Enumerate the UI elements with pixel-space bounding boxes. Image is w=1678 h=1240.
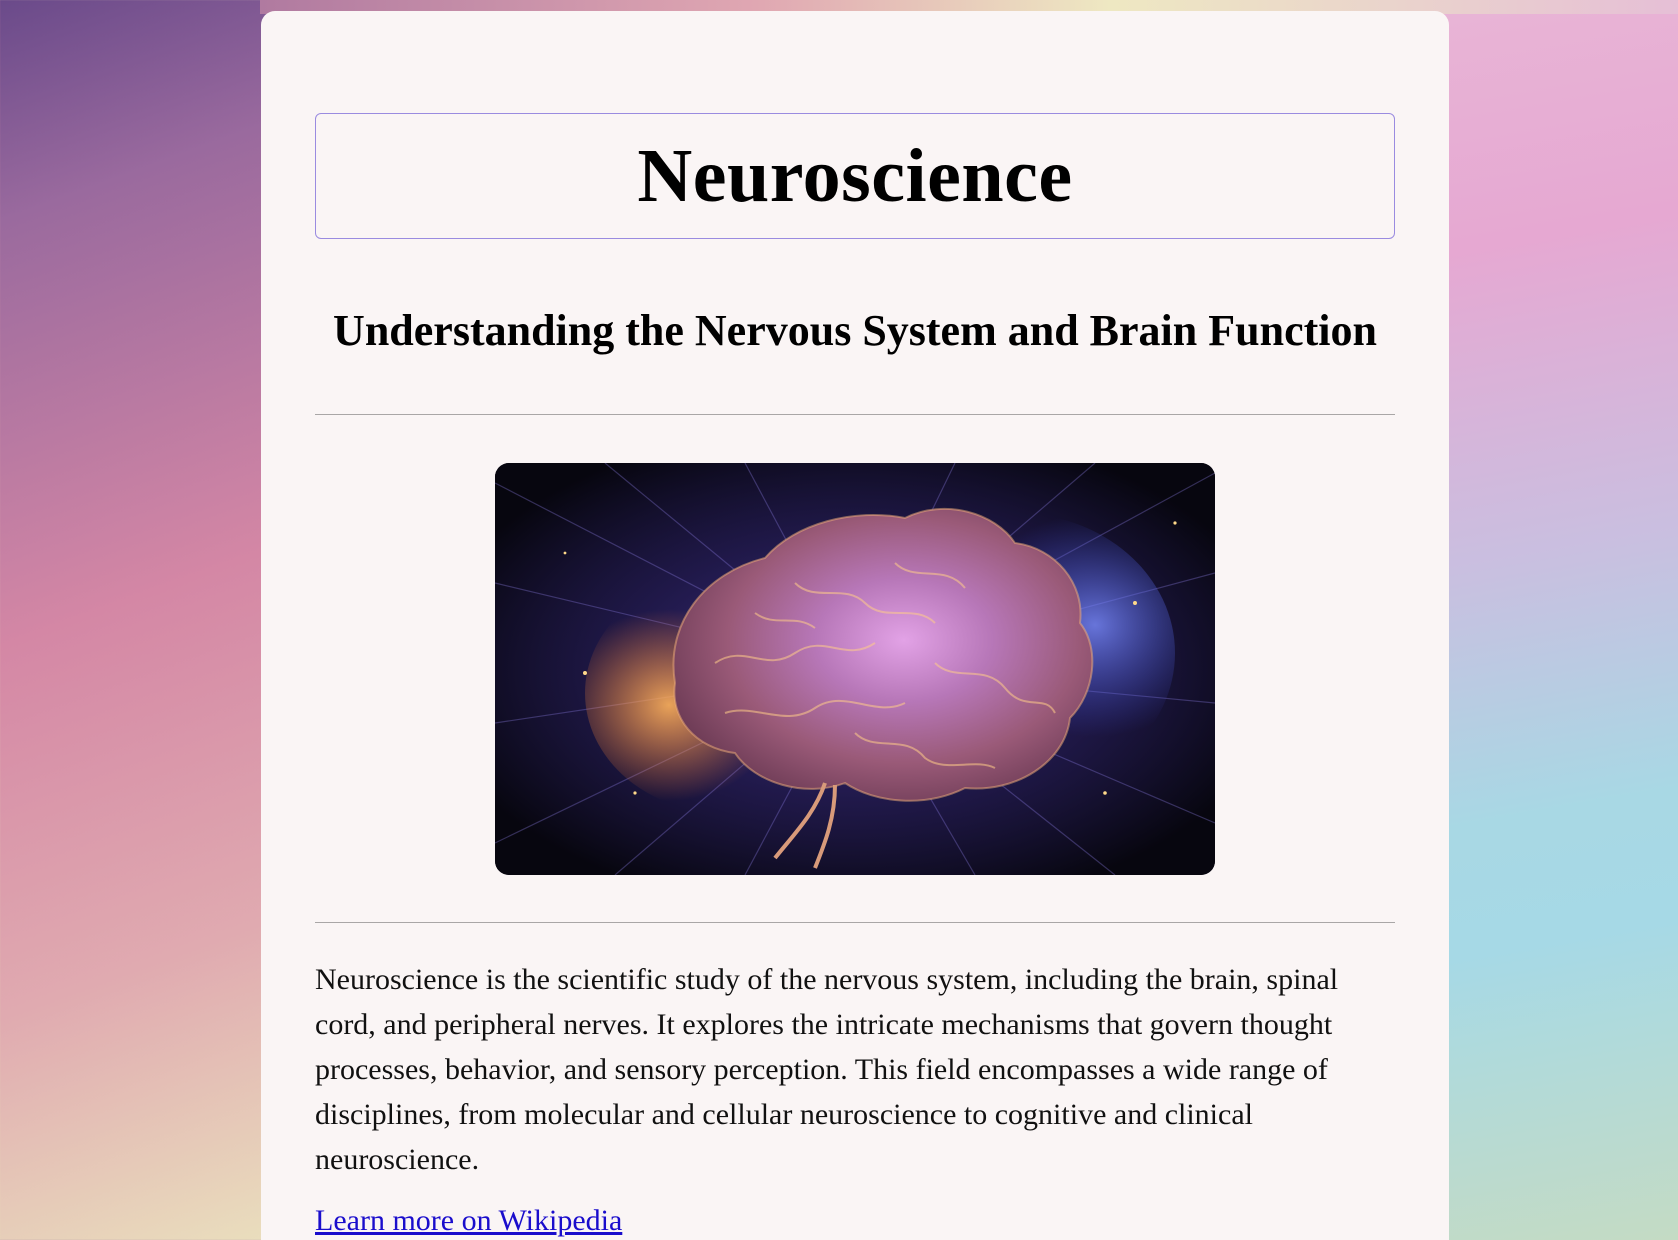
divider-bottom [315, 922, 1395, 923]
brain-illustration-icon [495, 463, 1215, 875]
title-box: Neuroscience [315, 113, 1395, 239]
wikipedia-link[interactable]: Learn more on Wikipedia [315, 1204, 622, 1238]
divider-top [315, 414, 1395, 415]
page-subtitle: Understanding the Nervous System and Bra… [333, 306, 1377, 355]
content-card: Neuroscience Understanding the Nervous S… [261, 11, 1449, 1240]
background-gradient-right [1418, 0, 1678, 1240]
page-title: Neuroscience [637, 133, 1073, 218]
brain-image [495, 463, 1215, 875]
description-paragraph: Neuroscience is the scientific study of … [315, 963, 1339, 1176]
